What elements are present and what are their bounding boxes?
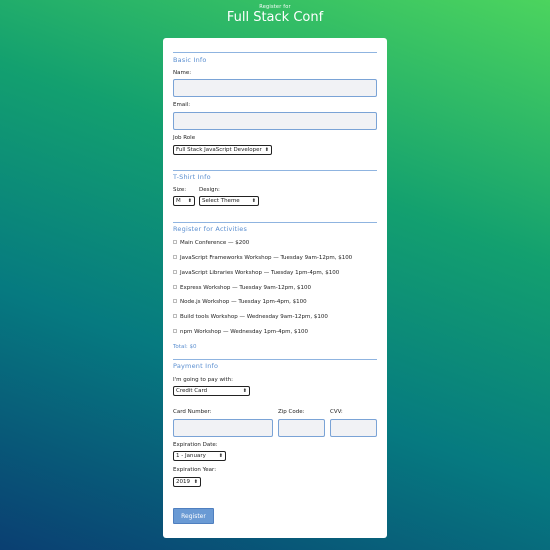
chevron-down-icon: ⬍ bbox=[193, 479, 198, 485]
size-select[interactable]: M ⬍ bbox=[173, 196, 195, 206]
size-value: M bbox=[176, 198, 181, 204]
zip-code-input[interactable] bbox=[278, 419, 325, 437]
checkbox[interactable] bbox=[173, 255, 177, 259]
expiration-year-select[interactable]: 2019 ⬍ bbox=[173, 477, 201, 487]
section-divider bbox=[173, 170, 377, 171]
activity-checkbox-item[interactable]: Express Workshop — Tuesday 9am-12pm, $10… bbox=[173, 285, 311, 291]
design-label: Design: bbox=[199, 187, 220, 193]
cvv-label: CVV: bbox=[330, 409, 343, 415]
activity-checkbox-item[interactable]: JavaScript Libraries Workshop — Tuesday … bbox=[173, 270, 339, 276]
section-divider bbox=[173, 52, 377, 53]
activity-checkbox-item[interactable]: Build tools Workshop — Wednesday 9am-12p… bbox=[173, 314, 328, 320]
register-button[interactable]: Register bbox=[173, 508, 214, 524]
cvv-input[interactable] bbox=[330, 419, 377, 437]
checkbox[interactable] bbox=[173, 270, 177, 274]
expiration-month-select[interactable]: 1 - January ⬍ bbox=[173, 451, 226, 461]
payment-method-label: I'm going to pay with: bbox=[173, 377, 234, 383]
expiration-date-label: Expiration Date: bbox=[173, 442, 218, 448]
job-role-label: Job Role bbox=[173, 135, 196, 141]
checkbox[interactable] bbox=[173, 240, 177, 244]
expiration-year-label: Expiration Year: bbox=[173, 467, 217, 473]
name-input[interactable] bbox=[173, 79, 377, 97]
section-divider bbox=[173, 359, 377, 360]
tshirt-info-title: T-Shirt Info bbox=[173, 173, 211, 181]
registration-form: Basic Info Name: Email: Job Role Full St… bbox=[163, 38, 387, 538]
job-role-value: Full Stack JavaScript Developer bbox=[176, 147, 262, 153]
card-number-label: Card Number: bbox=[173, 409, 212, 415]
design-value: Select Theme bbox=[202, 198, 240, 204]
activity-checkbox-item[interactable]: Node.js Workshop — Tuesday 1pm-4pm, $100 bbox=[173, 299, 307, 305]
email-label: Email: bbox=[173, 102, 191, 108]
email-input[interactable] bbox=[173, 112, 377, 130]
payment-method-value: Credit Card bbox=[176, 388, 208, 394]
chevron-down-icon: ⬍ bbox=[251, 198, 256, 204]
size-label: Size: bbox=[173, 187, 187, 193]
chevron-down-icon: ⬍ bbox=[242, 388, 247, 394]
expiration-month-value: 1 - January bbox=[176, 453, 206, 459]
basic-info-title: Basic Info bbox=[173, 56, 207, 64]
card-number-input[interactable] bbox=[173, 419, 273, 437]
activities-total: Total: $0 bbox=[173, 344, 197, 350]
job-role-select[interactable]: Full Stack JavaScript Developer ⬍ bbox=[173, 145, 272, 155]
payment-method-select[interactable]: Credit Card ⬍ bbox=[173, 386, 250, 396]
payment-info-title: Payment Info bbox=[173, 362, 219, 370]
activity-checkbox-item[interactable]: JavaScript Frameworks Workshop — Tuesday… bbox=[173, 255, 352, 261]
section-divider bbox=[173, 222, 377, 223]
page-header: Register for Full Stack Conf bbox=[0, 3, 550, 25]
activity-checkbox-item[interactable]: Main Conference — $200 bbox=[173, 240, 249, 246]
checkbox[interactable] bbox=[173, 299, 177, 303]
design-select[interactable]: Select Theme ⬍ bbox=[199, 196, 259, 206]
chevron-down-icon: ⬍ bbox=[187, 198, 192, 204]
page-title: Full Stack Conf bbox=[226, 10, 324, 25]
activity-checkbox-item[interactable]: npm Workshop — Wednesday 1pm-4pm, $100 bbox=[173, 329, 308, 335]
checkbox[interactable] bbox=[173, 314, 177, 318]
chevron-down-icon: ⬍ bbox=[218, 453, 223, 459]
chevron-down-icon: ⬍ bbox=[264, 147, 269, 153]
checkbox[interactable] bbox=[173, 329, 177, 333]
expiration-year-value: 2019 bbox=[176, 479, 190, 485]
activities-title: Register for Activities bbox=[173, 225, 248, 233]
name-label: Name: bbox=[173, 70, 192, 76]
zip-code-label: Zip Code: bbox=[278, 409, 305, 415]
checkbox[interactable] bbox=[173, 285, 177, 289]
